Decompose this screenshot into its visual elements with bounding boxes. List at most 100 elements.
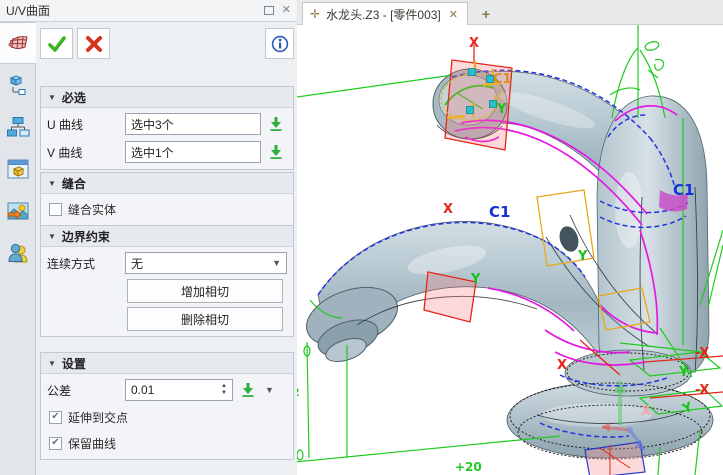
- spin-up-icon[interactable]: ▲: [221, 383, 227, 390]
- sidebar-tab-role[interactable]: [0, 232, 36, 274]
- continuity-label[interactable]: C1: [673, 183, 694, 198]
- u-curve-pick-button[interactable]: [265, 116, 287, 132]
- tab-close-icon[interactable]: ✕: [449, 8, 458, 21]
- continuity-label[interactable]: C1: [489, 205, 510, 220]
- pick-options-caret[interactable]: ▼: [265, 385, 274, 395]
- tab-active-document[interactable]: ✛ 水龙头.Z3 - [零件003] ✕: [302, 2, 468, 25]
- continuity-label[interactable]: C1: [493, 73, 512, 86]
- render-image-icon: [6, 199, 30, 223]
- tolerance-spinner[interactable]: ▲ ▼: [217, 381, 231, 399]
- section-sew-header[interactable]: ▼ 缝合: [41, 173, 293, 194]
- info-icon: [271, 35, 289, 53]
- check-glyph: ✔: [51, 412, 59, 422]
- axis-label-x-faint: X: [641, 405, 651, 418]
- user-icon: [6, 241, 30, 265]
- tab-title: 水龙头.Z3 - [零件003]: [326, 6, 441, 23]
- sidebar-tab-uv-surface[interactable]: [0, 22, 36, 64]
- remove-tangent-button[interactable]: 删除相切: [127, 307, 283, 331]
- panel-titlebar: U/V曲面 ✕: [0, 0, 297, 22]
- axis-label-x: X: [557, 359, 567, 372]
- keep-curves-checkbox[interactable]: ✔: [49, 437, 62, 450]
- spin-down-icon[interactable]: ▼: [221, 390, 227, 397]
- panel-restore-icon[interactable]: [264, 6, 274, 15]
- section-title: 必选: [62, 89, 86, 106]
- axis-label-neg-x: -X: [695, 384, 709, 397]
- extend-to-intersection-label: 延伸到交点: [68, 409, 128, 426]
- add-tangent-label: 增加相切: [181, 283, 229, 300]
- axis-label-x: X: [443, 203, 453, 216]
- add-tangent-button[interactable]: 增加相切: [127, 279, 283, 303]
- v-curve-input[interactable]: 选中1个: [125, 141, 261, 163]
- green-pick-arrow-icon: [268, 144, 284, 160]
- dimension-label: +20: [455, 461, 482, 473]
- sidebar-tab-manager[interactable]: [0, 64, 36, 106]
- check-glyph: ✔: [51, 438, 59, 448]
- collapse-arrow-icon: ▼: [48, 93, 56, 102]
- faucet-3d-model[interactable]: [297, 25, 723, 475]
- panel-close-icon[interactable]: ✕: [282, 5, 291, 16]
- tolerance-label: 公差: [47, 382, 121, 399]
- new-tab-button[interactable]: +: [474, 4, 498, 24]
- zw3d-window: { "panel": { "title": "U/V曲面", "sections…: [0, 0, 723, 475]
- u-curve-label: U 曲线: [47, 116, 121, 133]
- tolerance-pick-button[interactable]: [237, 382, 259, 398]
- green-pick-arrow-icon: [240, 382, 256, 398]
- section-title: 缝合: [62, 175, 86, 192]
- 3d-viewport[interactable]: XC1YXC1C1YYX-XY-XYX2+20: [297, 25, 723, 475]
- section-boundary: ▼ 边界约束 连续方式 无 ▼ 增加相切 删除相切: [40, 225, 294, 337]
- section-sew: ▼ 缝合 缝合实体: [40, 172, 294, 226]
- collapse-arrow-icon: ▼: [48, 232, 56, 241]
- v-curve-pick-button[interactable]: [265, 144, 287, 160]
- section-title: 边界约束: [62, 228, 110, 245]
- axis-label-y: Y: [471, 273, 480, 286]
- info-button[interactable]: [265, 28, 294, 59]
- panel-sidebar: [0, 22, 36, 475]
- axis-label-y: Y: [578, 250, 587, 263]
- panel-toolbar: [40, 28, 294, 60]
- section-required-header[interactable]: ▼ 必选: [41, 87, 293, 108]
- green-pick-arrow-icon: [268, 116, 284, 132]
- section-required: ▼ 必选 U 曲线 选中3个: [40, 86, 294, 170]
- view-cube-icon: [6, 157, 30, 181]
- assembly-tree-icon: [6, 73, 30, 97]
- document-tabbar: ✛ 水龙头.Z3 - [零件003] ✕ +: [297, 0, 723, 25]
- v-curve-label: V 曲线: [47, 144, 121, 161]
- section-settings: ▼ 设置 公差 0.01 ▲ ▼: [40, 352, 294, 460]
- uv-surface-panel: U/V曲面 ✕: [0, 0, 297, 475]
- sidebar-tab-view[interactable]: [0, 148, 36, 190]
- axis-label-x: X: [469, 37, 479, 50]
- remove-tangent-label: 删除相切: [181, 311, 229, 328]
- hierarchy-icon: [6, 115, 30, 139]
- continuity-dropdown[interactable]: 无 ▼: [125, 252, 287, 274]
- section-boundary-header[interactable]: ▼ 边界约束: [41, 226, 293, 247]
- extend-to-intersection-checkbox[interactable]: ✔: [49, 411, 62, 424]
- cancel-button[interactable]: [77, 28, 110, 59]
- document-icon: ✛: [310, 7, 320, 21]
- continuity-value: 无: [131, 255, 143, 272]
- collapse-arrow-icon: ▼: [48, 179, 56, 188]
- sew-solid-label: 缝合实体: [68, 201, 116, 218]
- sew-solid-checkbox[interactable]: [49, 203, 62, 216]
- axis-label-y: Y: [679, 366, 688, 379]
- chevron-down-icon: ▼: [272, 258, 281, 268]
- panel-title: U/V曲面: [6, 2, 50, 19]
- section-settings-header[interactable]: ▼ 设置: [41, 353, 293, 374]
- tolerance-input[interactable]: 0.01 ▲ ▼: [125, 379, 233, 401]
- uv-surface-icon: [6, 31, 30, 55]
- v-curve-value: 选中1个: [131, 144, 174, 161]
- dimension-label: 2: [297, 387, 300, 398]
- tolerance-value: 0.01: [131, 383, 154, 397]
- keep-curves-label: 保留曲线: [68, 435, 116, 452]
- red-x-icon: [84, 34, 104, 54]
- collapse-arrow-icon: ▼: [48, 359, 56, 368]
- panel-content: ▼ 必选 U 曲线 选中3个: [37, 22, 297, 475]
- axis-label-neg-x: -X: [695, 347, 709, 360]
- sidebar-tab-visualize[interactable]: [0, 190, 36, 232]
- axis-label-y: Y: [497, 103, 506, 116]
- sidebar-tab-history[interactable]: [0, 106, 36, 148]
- ok-button[interactable]: [40, 28, 73, 59]
- continuity-label: 连续方式: [47, 255, 121, 272]
- section-title: 设置: [62, 355, 86, 372]
- checkmark-icon: [47, 34, 67, 54]
- u-curve-input[interactable]: 选中3个: [125, 113, 261, 135]
